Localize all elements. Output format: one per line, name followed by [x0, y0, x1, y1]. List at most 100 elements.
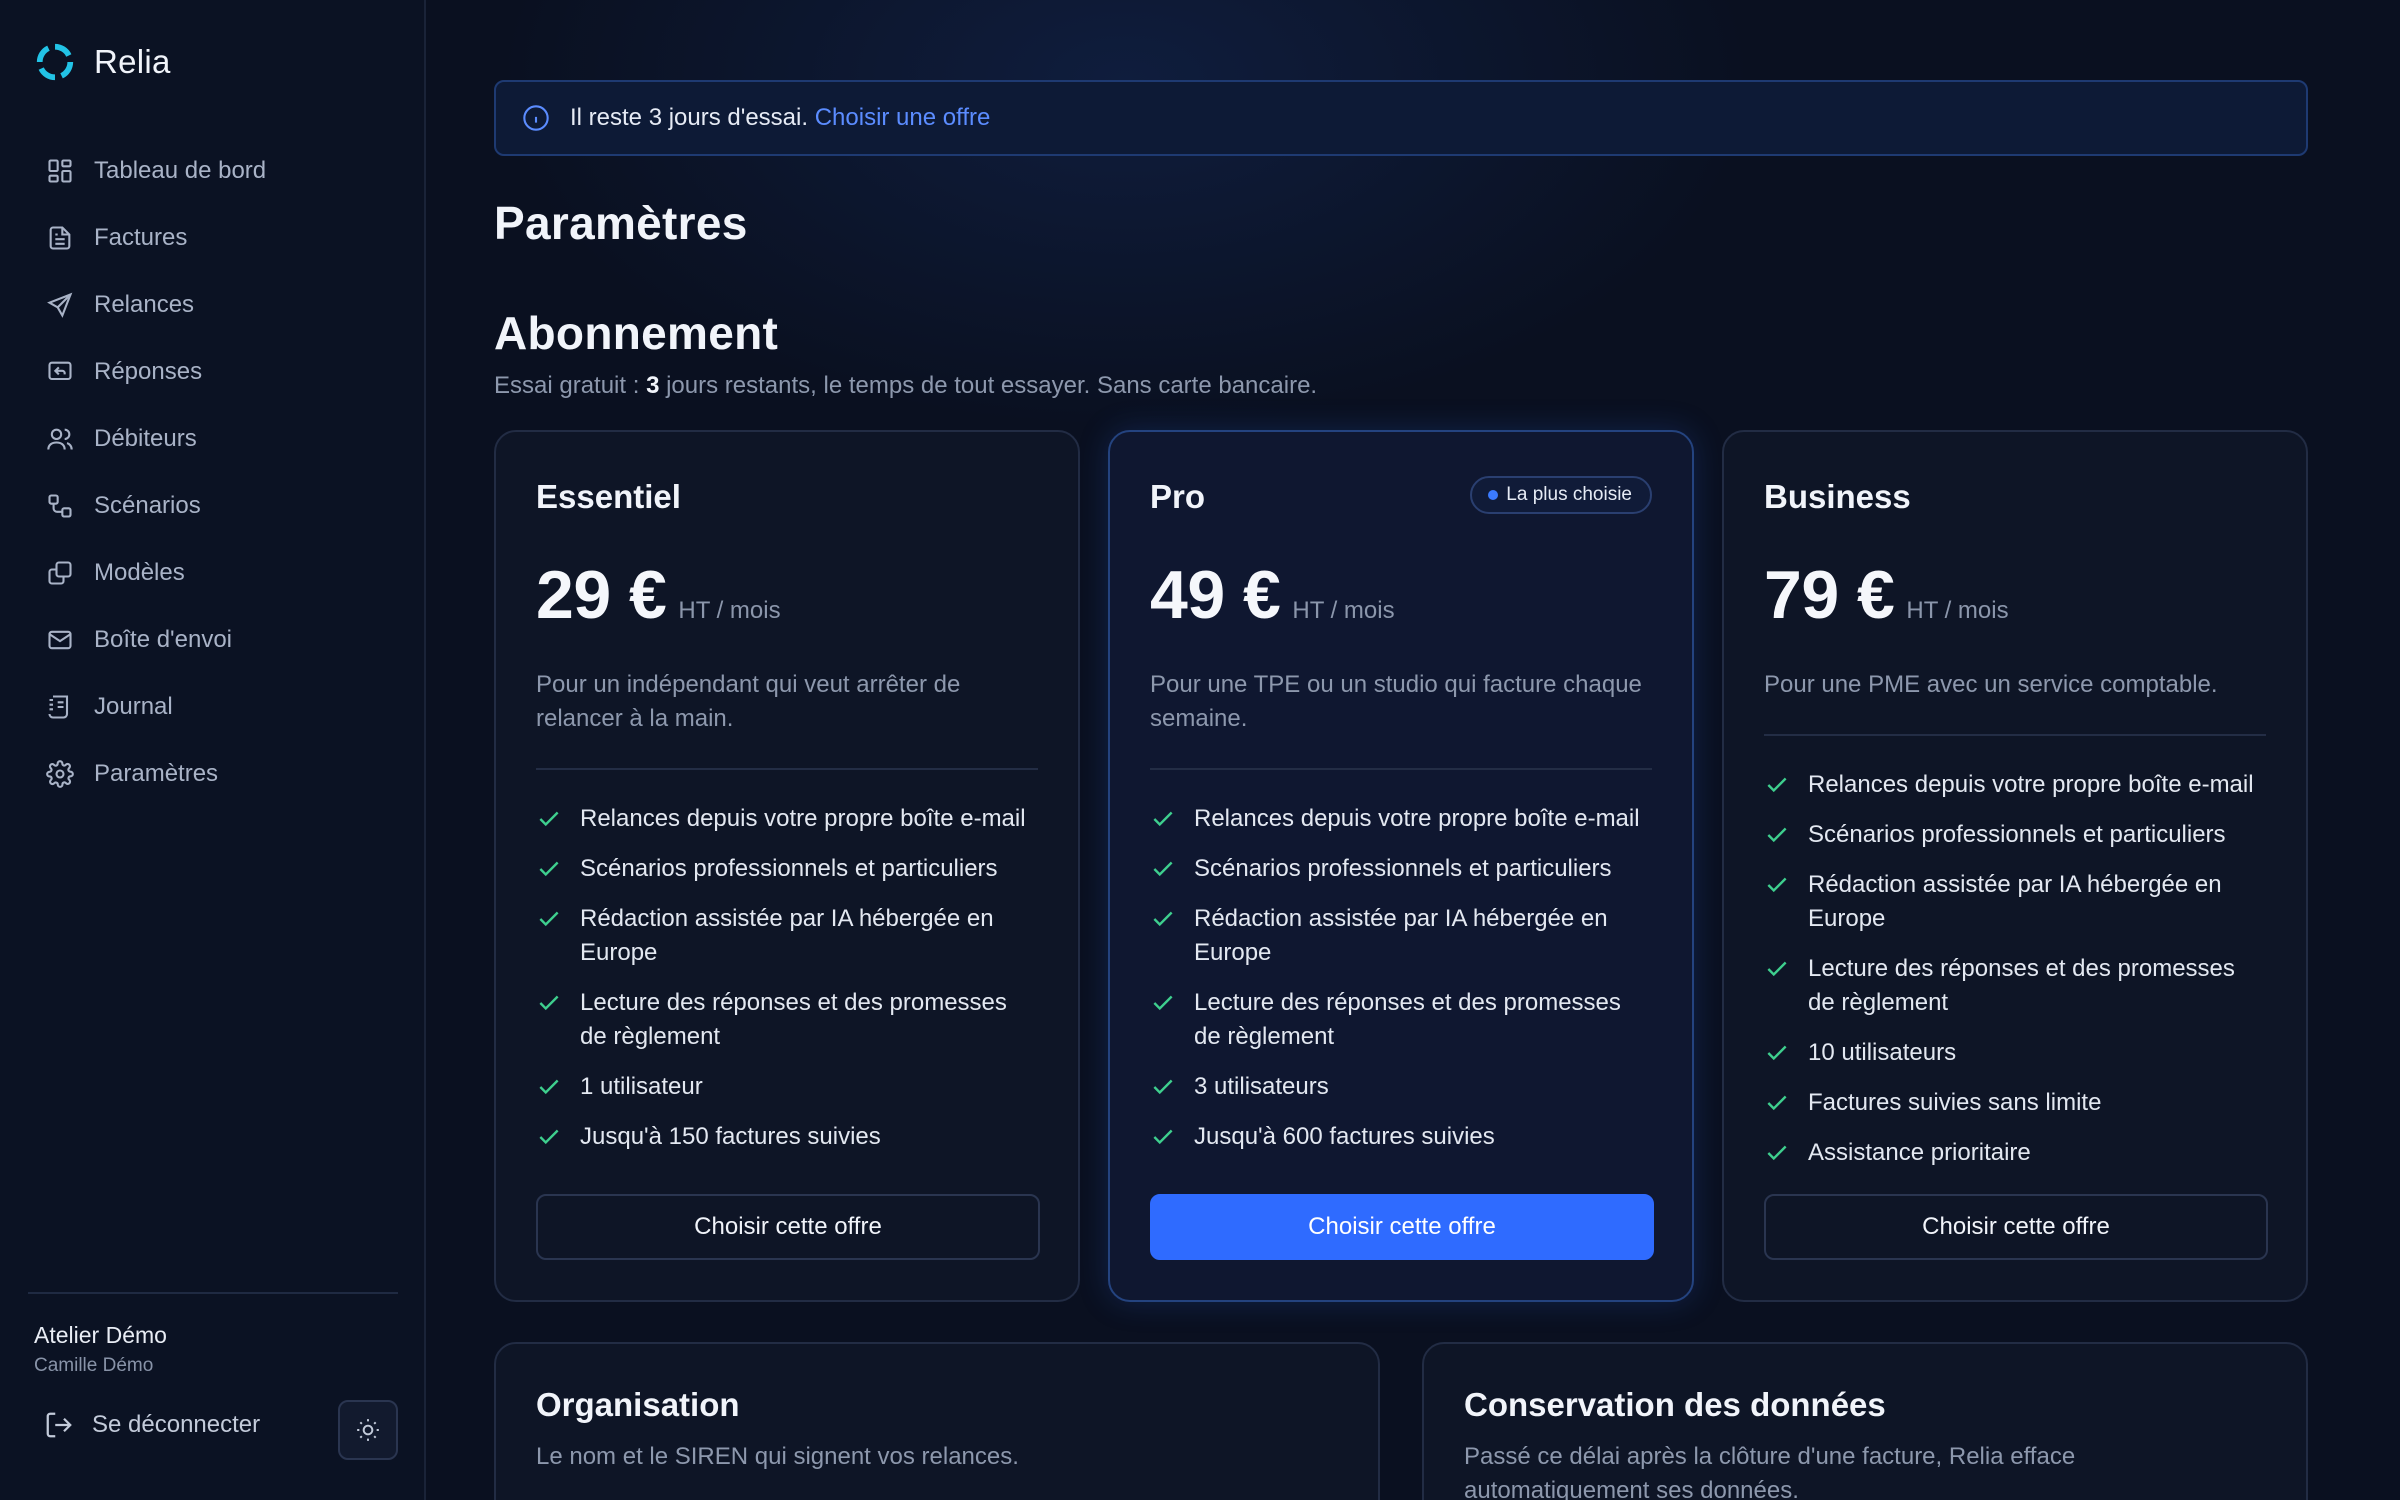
- feature-item: 3 utilisateurs: [1150, 1070, 1652, 1104]
- feature-text: Lecture des réponses et des promesses de…: [1808, 955, 2235, 1016]
- feature-item: Rédaction assistée par IA hébergée en Eu…: [1150, 902, 1652, 970]
- plan-name: Essentiel: [536, 478, 681, 515]
- theme-toggle-button[interactable]: [338, 1400, 398, 1460]
- feature-item: Lecture des réponses et des promesses de…: [1150, 986, 1652, 1054]
- check-icon: [1767, 877, 1787, 893]
- sidebar-item-settings[interactable]: Paramètres: [30, 740, 396, 807]
- sidebar-item-label: Modèles: [94, 558, 185, 586]
- feature-text: Lecture des réponses et des promesses de…: [1194, 989, 1621, 1050]
- plan-card-business: Business 79 € HT / mois Pour une PME ave…: [1722, 430, 2308, 1302]
- plan-card-pro: Pro La plus choisie 49 € HT / mois Pour …: [1108, 430, 1694, 1302]
- reply-icon: [48, 361, 72, 380]
- feature-text: Rédaction assistée par IA hébergée en Eu…: [580, 905, 994, 966]
- org-name: Atelier Démo: [34, 1322, 167, 1348]
- feature-text: 10 utilisateurs: [1808, 1039, 1957, 1066]
- templates-icon: [48, 560, 72, 585]
- feature-text: Scénarios professionnels et particuliers: [1808, 821, 2226, 848]
- subscription-title: Abonnement: [494, 307, 779, 359]
- choose-plan-button-essentiel[interactable]: Choisir cette offre: [536, 1194, 1040, 1260]
- feature-item: Relances depuis votre propre boîte e-mai…: [536, 802, 1038, 836]
- check-icon: [539, 911, 559, 927]
- sidebar-item-label: Paramètres: [94, 759, 219, 787]
- trial-banner: Il reste 3 jours d'essai. Choisir une of…: [494, 80, 2308, 156]
- feature-list: Relances depuis votre propre boîte e-mai…: [1150, 802, 1652, 1154]
- feature-text: Relances depuis votre propre boîte e-mai…: [1194, 805, 1640, 832]
- check-icon: [539, 861, 559, 877]
- feature-item: Jusqu'à 150 factures suivies: [536, 1120, 1038, 1154]
- plan-price: 49 €: [1150, 557, 1281, 633]
- dashboard-icon: [48, 158, 72, 183]
- sidebar-divider: [28, 1292, 398, 1294]
- sidebar-item-replies[interactable]: Réponses: [30, 338, 396, 405]
- feature-item: Rédaction assistée par IA hébergée en Eu…: [536, 902, 1038, 970]
- workflow-icon: [48, 493, 72, 518]
- plan-divider: [1150, 768, 1652, 770]
- logout-button[interactable]: Se déconnecter: [44, 1410, 260, 1440]
- main-content: Il reste 3 jours d'essai. Choisir une of…: [426, 0, 2400, 1500]
- page-title: Paramètres: [494, 197, 748, 249]
- subscription-sub-prefix: Essai gratuit :: [494, 372, 647, 399]
- feature-item: Relances depuis votre propre boîte e-mai…: [1150, 802, 1652, 836]
- check-icon: [1153, 861, 1173, 877]
- sidebar-item-label: Factures: [94, 223, 188, 251]
- sidebar-item-label: Relances: [94, 290, 195, 318]
- feature-list: Relances depuis votre propre boîte e-mai…: [536, 802, 1038, 1154]
- organisation-card: Organisation Le nom et le SIREN qui sign…: [494, 1342, 1380, 1500]
- organisation-description: Le nom et le SIREN qui signent vos relan…: [536, 1443, 1019, 1470]
- plan-divider: [536, 768, 1038, 770]
- sidebar-item-templates[interactable]: Modèles: [30, 539, 396, 606]
- choose-plan-button-business[interactable]: Choisir cette offre: [1764, 1194, 2268, 1260]
- send-icon: [47, 292, 73, 318]
- choose-plan-button-pro[interactable]: Choisir cette offre: [1150, 1194, 1654, 1260]
- sidebar-item-journal[interactable]: Journal: [30, 673, 396, 740]
- gear-icon: [46, 759, 74, 788]
- journal-icon: [48, 694, 69, 719]
- feature-text: 3 utilisateurs: [1194, 1073, 1329, 1100]
- feature-text: Scénarios professionnels et particuliers: [1194, 855, 1612, 882]
- sidebar-item-label: Scénarios: [94, 491, 201, 519]
- mail-icon: [48, 630, 72, 649]
- check-icon: [1153, 1079, 1173, 1095]
- feature-text: 1 utilisateur: [580, 1073, 703, 1100]
- sidebar-item-invoices[interactable]: Factures: [30, 204, 396, 271]
- sidebar-item-debtors[interactable]: Débiteurs: [30, 405, 396, 472]
- plan-name: Business: [1764, 478, 1911, 515]
- choose-offer-link[interactable]: Choisir une offre: [815, 104, 991, 131]
- sidebar-item-reminders[interactable]: Relances: [30, 271, 396, 338]
- plan-price: 29 €: [536, 557, 667, 633]
- relia-logo-icon: [36, 43, 74, 81]
- feature-item: Scénarios professionnels et particuliers: [1150, 852, 1652, 886]
- feature-text: Relances depuis votre propre boîte e-mai…: [580, 805, 1026, 832]
- brand[interactable]: Relia: [34, 40, 171, 84]
- subscription-sub-suffix: jours restants, le temps de tout essayer…: [659, 372, 1318, 399]
- check-icon: [1767, 827, 1787, 843]
- plan-price: 79 €: [1764, 557, 1895, 633]
- subscription-subtitle: Essai gratuit : 3 jours restants, le tem…: [494, 372, 1317, 400]
- check-icon: [539, 1079, 559, 1095]
- feature-item: Lecture des réponses et des promesses de…: [1764, 952, 2266, 1020]
- check-icon: [1767, 777, 1787, 793]
- user-name: Camille Démo: [34, 1355, 154, 1376]
- trial-banner-text: Il reste 3 jours d'essai.: [570, 104, 809, 131]
- price-row: 49 € HT / mois: [1150, 556, 1652, 634]
- sidebar-item-dashboard[interactable]: Tableau de bord: [30, 137, 396, 204]
- feature-text: Scénarios professionnels et particuliers: [580, 855, 998, 882]
- feature-item: Relances depuis votre propre boîte e-mai…: [1764, 768, 2266, 802]
- sidebar-item-label: Débiteurs: [94, 424, 197, 452]
- feature-item: 1 utilisateur: [536, 1070, 1038, 1104]
- price-row: 79 € HT / mois: [1764, 556, 2266, 634]
- data-retention-description: Passé ce délai après la clôture d'une fa…: [1464, 1443, 2076, 1500]
- logout-icon: [46, 1412, 72, 1438]
- plan-description: Pour un indépendant qui veut arrêter de …: [536, 671, 961, 732]
- plan-price-unit: HT / mois: [1906, 597, 2009, 624]
- sidebar-item-label: Boîte d'envoi: [94, 625, 233, 653]
- feature-item: Scénarios professionnels et particuliers: [1764, 818, 2266, 852]
- sidebar-item-outbox[interactable]: Boîte d'envoi: [30, 606, 396, 673]
- sidebar-item-scenarios[interactable]: Scénarios: [30, 472, 396, 539]
- check-icon: [539, 811, 559, 827]
- feature-list: Relances depuis votre propre boîte e-mai…: [1764, 768, 2266, 1170]
- check-icon: [1153, 811, 1173, 827]
- feature-text: Relances depuis votre propre boîte e-mai…: [1808, 771, 2254, 798]
- data-retention-title: Conservation des données: [1464, 1386, 1886, 1423]
- feature-text: Lecture des réponses et des promesses de…: [580, 989, 1007, 1050]
